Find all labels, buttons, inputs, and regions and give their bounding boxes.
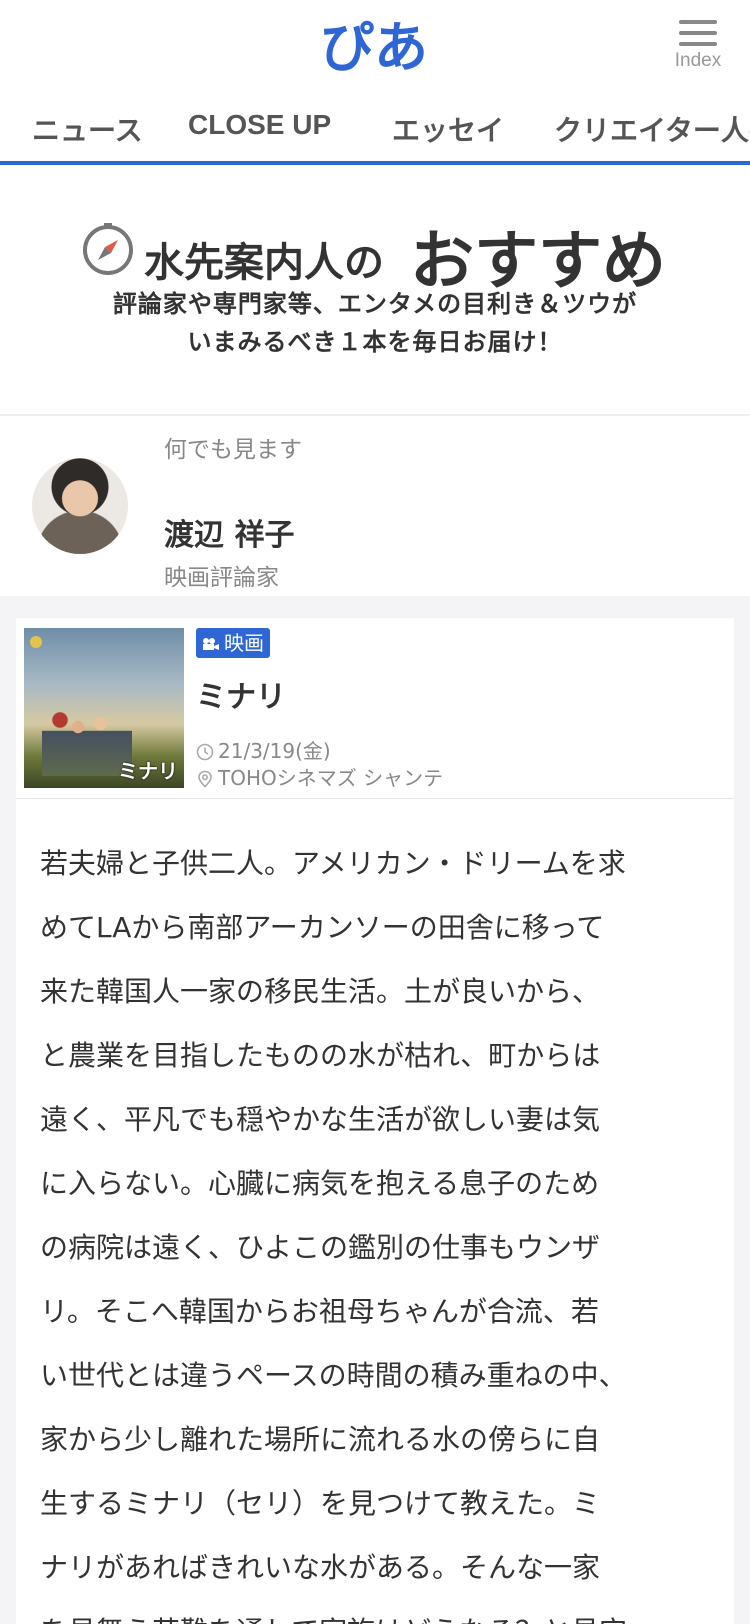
theater: TOHOシネマズ シャンテ	[196, 762, 443, 791]
hamburger-menu-icon-bar	[679, 31, 717, 35]
review-line: の病院は遠く、ひよこの鑑別の仕事もウンザ	[40, 1231, 601, 1264]
review-line: を見舞う苦難を通して家族はどうなる？と見守	[40, 1600, 720, 1624]
category-nav: ニュース CLOSE UP エッセイ クリエイター人名	[0, 95, 750, 165]
release-date-text: 21/3/19(金)	[218, 739, 331, 763]
review-line: リ。そこへ韓国からお祖母ちゃんが合流、若	[40, 1295, 599, 1328]
index-menu-button[interactable]: Index	[668, 16, 728, 80]
card-divider	[16, 798, 734, 799]
theater-text: TOHOシネマズ シャンテ	[218, 766, 444, 790]
review-line: 生するミナリ（セリ）を見つけて教えた。ミ	[40, 1487, 601, 1520]
location-pin-icon	[198, 770, 212, 788]
review-line: めてLAから南部アーカンソーの田舎に移って	[40, 911, 605, 944]
hero-subtitle-line2: いまみるべき１本を毎日お届け！	[187, 328, 563, 356]
genre-label: 映画	[224, 631, 264, 655]
genre-badge[interactable]: 映画	[196, 628, 270, 658]
review-line: 来た韓国人一家の移民生活。土が良いから、	[40, 975, 601, 1008]
review-line: 家から少し離れた場所に流れる水の傍らに自	[40, 1423, 601, 1456]
poster-title: ミナリ	[118, 759, 178, 783]
menu-label: Index	[674, 50, 722, 71]
nav-item-news[interactable]: ニュース	[32, 109, 143, 149]
movie-camera-icon	[203, 638, 219, 650]
hamburger-menu-icon	[679, 20, 717, 24]
reviewer-name[interactable]: 渡辺 祥子	[164, 510, 294, 554]
hero-title: 水先案内人の おすすめ	[80, 210, 720, 299]
poster-emblem	[30, 636, 42, 648]
review-line: 若夫婦と子供二人。アメリカン・ドリームを求	[40, 847, 626, 880]
pia-logo[interactable]: ぴあ	[316, 12, 436, 82]
hero-title-prefix: 水先案内人の	[144, 240, 384, 286]
reviewer-tagline: 何でも見ます	[164, 437, 302, 463]
review-line: に入らない。心臓に病気を抱える息子のため	[40, 1167, 600, 1200]
reviewer-role: 映画評論家	[164, 565, 279, 591]
compass-icon	[83, 223, 133, 275]
review-line: ナリがあればきれいな水がある。そんな一家	[40, 1551, 601, 1584]
clock-icon	[196, 743, 214, 761]
review-text: 若夫婦と子供二人。アメリカン・ドリームを求 めてLAから南部アーカンソーの田舎に…	[40, 832, 720, 1624]
app-header: ぴあ Index	[0, 0, 750, 95]
review-line: 遠く、平凡でも穏やかな生活が欲しい妻は気	[40, 1103, 601, 1136]
recommend-hero: 水先案内人の おすすめ 評論家や専門家等、エンタメの目利き＆ツウが いまみるべき…	[0, 166, 750, 416]
release-date: 21/3/19(金)	[196, 735, 331, 764]
nav-item-creators[interactable]: クリエイター人名	[554, 109, 750, 149]
hamburger-menu-icon-bar	[679, 42, 717, 46]
movie-title[interactable]: ミナリ	[196, 672, 286, 716]
review-line: い世代とは違うペースの時間の積み重ねの中、	[40, 1359, 627, 1392]
avatar[interactable]	[32, 458, 128, 554]
nav-item-essay[interactable]: エッセイ	[392, 109, 504, 149]
reviewer-profile[interactable]: 何でも見ます 渡辺 祥子 映画評論家	[0, 418, 750, 596]
nav-item-close-up[interactable]: CLOSE UP	[188, 109, 331, 141]
logo-text: ぴあ	[320, 16, 428, 79]
hero-subtitle-line1: 評論家や専門家等、エンタメの目利き＆ツウが	[112, 290, 638, 318]
review-line: と農業を目指したものの水が枯れ、町からは	[40, 1039, 601, 1072]
movie-poster[interactable]: ミナリ	[24, 628, 184, 788]
